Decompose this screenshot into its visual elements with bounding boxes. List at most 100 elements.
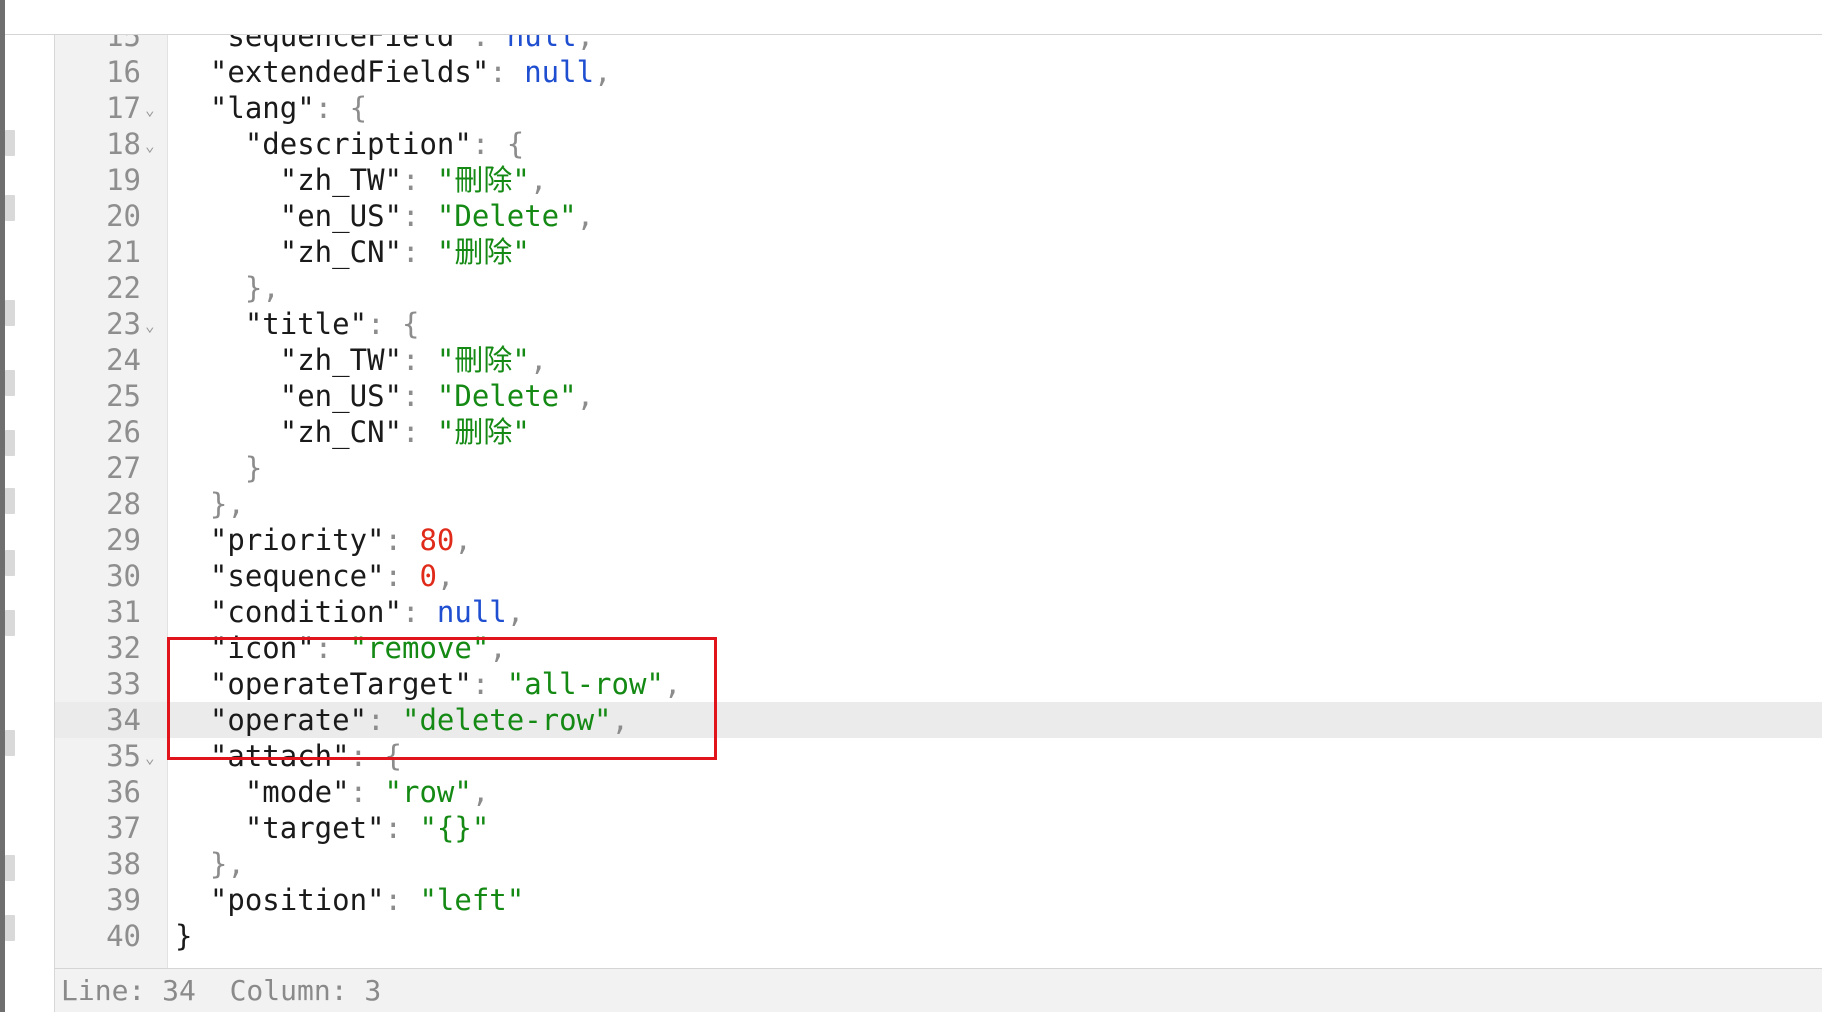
code-token: "Delete" bbox=[436, 379, 577, 413]
code-token: "row" bbox=[384, 775, 472, 809]
code-token: "attach" bbox=[209, 739, 350, 773]
code-token: "operate" bbox=[209, 703, 368, 737]
code-line[interactable]: 19 "zh_TW": "刪除", bbox=[55, 162, 1822, 198]
code-line[interactable]: 16 "extendedFields": null, bbox=[55, 54, 1822, 90]
code-token: "operateTarget" bbox=[209, 667, 472, 701]
code-token: : bbox=[401, 199, 437, 233]
code-line[interactable]: 33 "operateTarget": "all-row", bbox=[55, 666, 1822, 702]
code-line[interactable]: 29 "priority": 80, bbox=[55, 522, 1822, 558]
code-token: , bbox=[454, 523, 472, 557]
editor-window: 15 "sequenceField": null, 16 "extendedFie… bbox=[0, 0, 1822, 1012]
chevron-down-icon[interactable]: ⌄ bbox=[145, 308, 155, 344]
line-number: 37 bbox=[106, 811, 141, 845]
code-token: : { bbox=[471, 127, 525, 161]
status-bar: Line: 34 Column: 3 bbox=[54, 968, 1822, 1012]
code-token: "description" bbox=[244, 127, 472, 161]
code-token: 80 bbox=[419, 523, 455, 557]
cursor-position: Line: 34 Column: 3 bbox=[61, 974, 382, 1007]
code-editor[interactable]: 15 "sequenceField": null, 16 "extendedFie… bbox=[54, 35, 1822, 968]
code-text: "priority": 80, bbox=[175, 522, 472, 558]
code-line[interactable]: 34 "operate": "delete-row", bbox=[55, 702, 1822, 738]
code-line[interactable]: 37 "target": "{}" bbox=[55, 810, 1822, 846]
sidebar-glyph bbox=[5, 610, 15, 636]
code-token: "priority" bbox=[209, 523, 385, 557]
chevron-down-icon[interactable]: ⌄ bbox=[145, 92, 155, 128]
code-text: "icon": "remove", bbox=[175, 630, 507, 666]
code-line[interactable]: 25 "en_US": "Delete", bbox=[55, 378, 1822, 414]
line-number: 21 bbox=[106, 235, 141, 269]
code-line[interactable]: 22 }, bbox=[55, 270, 1822, 306]
code-token: "删除" bbox=[436, 415, 530, 449]
code-text: "zh_TW": "刪除", bbox=[175, 162, 548, 198]
code-line[interactable]: 28 }, bbox=[55, 486, 1822, 522]
code-line[interactable]: 23 ⌄ "title": { bbox=[55, 306, 1822, 342]
chevron-down-icon[interactable]: ⌄ bbox=[145, 128, 155, 164]
code-token: "extendedFields" bbox=[209, 55, 490, 89]
code-token: : bbox=[401, 595, 437, 629]
code-token: : bbox=[401, 343, 437, 377]
code-line[interactable]: 36 "mode": "row", bbox=[55, 774, 1822, 810]
code-line[interactable]: 21 "zh_CN": "删除" bbox=[55, 234, 1822, 270]
code-line[interactable]: 38 }, bbox=[55, 846, 1822, 882]
code-line[interactable]: 31 "condition": null, bbox=[55, 594, 1822, 630]
code-lines: 15 "sequenceField": null, 16 "extendedFie… bbox=[55, 35, 1822, 954]
code-line[interactable]: 40} bbox=[55, 918, 1822, 954]
code-token: null bbox=[436, 595, 507, 629]
code-token: "icon" bbox=[209, 631, 315, 665]
sidebar-glyph bbox=[5, 300, 15, 326]
code-text: "attach": { bbox=[175, 738, 402, 774]
code-line[interactable]: 30 "sequence": 0, bbox=[55, 558, 1822, 594]
code-token: "zh_CN" bbox=[279, 235, 402, 269]
code-token: : bbox=[384, 559, 420, 593]
code-line[interactable]: 15 "sequenceField": null, bbox=[55, 35, 1822, 54]
chevron-down-icon[interactable]: ⌄ bbox=[145, 740, 155, 776]
code-line[interactable]: 20 "en_US": "Delete", bbox=[55, 198, 1822, 234]
line-number: 29 bbox=[106, 523, 141, 557]
code-text: } bbox=[175, 450, 262, 486]
code-token: : bbox=[384, 523, 420, 557]
code-line[interactable]: 32 "icon": "remove", bbox=[55, 630, 1822, 666]
code-text: "lang": { bbox=[175, 90, 367, 126]
code-token: "remove" bbox=[349, 631, 490, 665]
code-text: "mode": "row", bbox=[175, 774, 489, 810]
code-token: }, bbox=[175, 847, 245, 881]
code-line[interactable]: 18 ⌄ "description": { bbox=[55, 126, 1822, 162]
line-number: 16 bbox=[106, 55, 141, 89]
code-token: null bbox=[524, 55, 595, 89]
line-number: 28 bbox=[106, 487, 141, 521]
code-line[interactable]: 27 } bbox=[55, 450, 1822, 486]
code-token: , bbox=[611, 703, 629, 737]
code-line[interactable]: 39 "position": "left" bbox=[55, 882, 1822, 918]
code-text: "title": { bbox=[175, 306, 420, 342]
code-line[interactable]: 17 ⌄ "lang": { bbox=[55, 90, 1822, 126]
code-token: : bbox=[384, 811, 420, 845]
line-number: 19 bbox=[106, 163, 141, 197]
code-token: "en_US" bbox=[279, 199, 402, 233]
line-number: 22 bbox=[106, 271, 141, 305]
code-text: "en_US": "Delete", bbox=[175, 198, 594, 234]
code-line[interactable]: 35 ⌄ "attach": { bbox=[55, 738, 1822, 774]
title-bar bbox=[5, 0, 1822, 35]
line-number: 17 bbox=[106, 91, 141, 125]
code-token: "刪除" bbox=[436, 343, 530, 377]
code-token: , bbox=[576, 199, 595, 233]
code-text: "sequenceField": null, bbox=[175, 35, 594, 54]
code-token: "all-row" bbox=[506, 667, 664, 701]
code-token: "sequenceField" bbox=[209, 35, 472, 53]
sidebar-glyph bbox=[5, 730, 15, 756]
code-token: "mode" bbox=[244, 775, 350, 809]
code-line[interactable]: 24 "zh_TW": "刪除", bbox=[55, 342, 1822, 378]
code-line[interactable]: 26 "zh_CN": "删除" bbox=[55, 414, 1822, 450]
code-token: : bbox=[384, 883, 420, 917]
code-token: "en_US" bbox=[279, 379, 402, 413]
